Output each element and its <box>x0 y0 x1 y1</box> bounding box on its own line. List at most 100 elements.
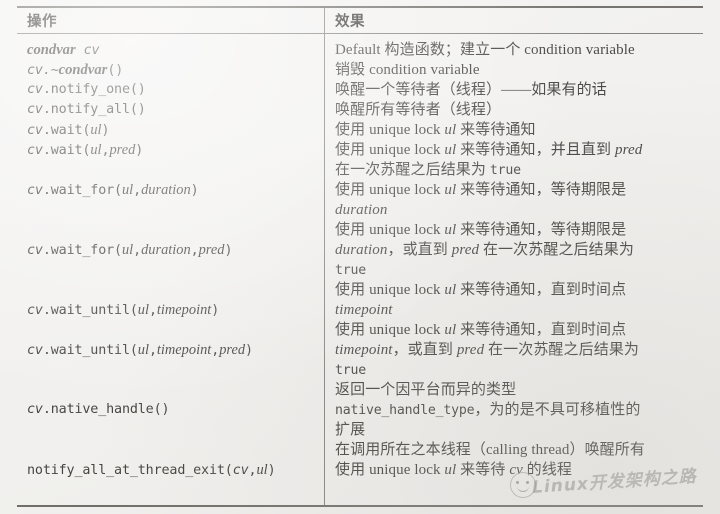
text-fragment: 在一次苏醒之后结果为 <box>335 162 490 178</box>
text-fragment: 使用 <box>335 322 370 338</box>
text-fragment: 使用 <box>335 462 370 478</box>
text-fragment: .native_handle() <box>42 402 170 417</box>
effect-description-line: 使用 unique lock ul 来等待 cv 的线程 <box>335 460 701 480</box>
text-fragment: cv <box>232 463 249 478</box>
text-fragment: 使用 <box>335 222 370 238</box>
text-fragment: true <box>335 263 366 278</box>
operation-cell: cv.wait(ul,pred) <box>27 140 317 160</box>
text-fragment: condition variable <box>369 62 480 78</box>
operation-signature: cv.wait_until(ul,timepoint) <box>27 300 317 320</box>
text-fragment: pred <box>456 342 485 358</box>
operation-cell: cv.native_handle() <box>27 400 317 420</box>
text-fragment: duration <box>141 242 191 258</box>
operation-signature: cv.native_handle() <box>27 400 317 420</box>
operation-signature: cv.~condvar() <box>27 60 317 80</box>
text-fragment: 来等待通知，等待期限是 <box>456 182 627 198</box>
operation-cell: cv.wait(ul) <box>27 120 317 140</box>
operation-cell: condvar cv <box>27 40 317 60</box>
text-fragment: ul <box>90 122 102 138</box>
effect-description-line: true <box>335 360 701 380</box>
text-fragment: ul <box>137 302 149 318</box>
effect-cell: 使用 unique lock ul 来等待通知，直到时间点 timepoint，或… <box>335 320 701 380</box>
text-fragment: 来等待通知 <box>456 122 536 138</box>
effect-cell: 使用 unique lock ul 来等待通知，等待期限是 duration <box>335 180 701 220</box>
effect-description-line: 返回一个因平台而异的类型 <box>335 380 701 400</box>
text-fragment: cv <box>27 343 43 358</box>
operation-cell: cv.~condvar() <box>27 60 317 80</box>
text-fragment: 使用 <box>335 142 370 158</box>
text-fragment: cv <box>27 243 43 258</box>
effect-cell: 在调用所在之本线程（calling thread）唤醒所有 使用 unique l… <box>335 440 701 480</box>
operation-signature: cv.notify_all() <box>27 100 317 120</box>
text-fragment: timepoint <box>156 342 212 358</box>
effect-cell: 销毁 condition variable <box>335 60 701 80</box>
text-fragment: 来等待通知，并且直到 <box>456 142 615 158</box>
effect-description-line: duration，或直到 pred 在一次苏醒之后结果为 <box>335 240 701 260</box>
effect-description-line: 使用 unique lock ul 来等待通知 <box>335 120 701 140</box>
text-fragment: pred <box>198 242 225 258</box>
text-fragment: , <box>133 243 142 258</box>
text-fragment: duration <box>141 182 191 198</box>
text-fragment: 在一次苏醒之后结果为 <box>484 342 640 358</box>
effect-description-line: native_handle_type，为的是不具可移植性的 <box>335 400 701 420</box>
text-fragment: cv <box>27 102 43 117</box>
text-fragment: condvar <box>58 62 108 78</box>
text-fragment: duration <box>335 202 388 218</box>
text-fragment: 唤醒所有等待者（线程） <box>335 102 502 118</box>
text-fragment: 返回一个因平台而异的类型 <box>335 382 517 398</box>
operation-signature: cv.wait(ul) <box>27 120 317 140</box>
table-header-rule <box>17 33 703 34</box>
effect-cell: 返回一个因平台而异的类型 native_handle_type，为的是不具可移植性… <box>335 380 701 440</box>
text-fragment: unique lock <box>369 322 445 338</box>
text-fragment: calling thread <box>486 442 570 458</box>
operation-cell: cv.wait_for(ul,duration,pred) <box>27 240 317 260</box>
text-fragment: ，或直到 <box>387 242 452 258</box>
text-fragment: .wait( <box>42 143 91 158</box>
operation-signature: cv.wait_for(ul,duration) <box>27 180 317 200</box>
text-fragment: .notify_one() <box>42 82 146 97</box>
text-fragment: 销毁 <box>335 62 370 78</box>
effect-cell: 使用 unique lock ul 来等待通知，并且直到 pred 在一次苏醒之后… <box>335 140 701 180</box>
text-fragment: , <box>148 343 157 358</box>
text-fragment: 使用 <box>335 182 370 198</box>
text-fragment <box>76 43 84 58</box>
effect-description-line: 使用 unique lock ul 来等待通知，等待期限是 <box>335 180 701 200</box>
text-fragment: ) <box>211 303 220 318</box>
text-fragment: ul <box>444 222 457 238</box>
text-fragment: unique lock <box>369 122 445 138</box>
text-fragment: cv.~ <box>27 63 59 78</box>
text-fragment: 使用 <box>335 282 370 298</box>
effect-cell: 唤醒所有等待者（线程） <box>335 100 701 120</box>
operation-signature: cv.notify_one() <box>27 80 317 100</box>
text-fragment: condvar <box>27 42 76 58</box>
column-header-effect: 效果 <box>335 14 365 30</box>
text-fragment: ul <box>444 282 457 298</box>
text-fragment: cv <box>27 82 43 97</box>
text-fragment: unique lock <box>369 222 445 238</box>
text-fragment: ul <box>444 462 457 478</box>
text-fragment: 在一次苏醒之后结果为 <box>479 242 634 258</box>
effect-description-line: timepoint <box>335 300 701 320</box>
text-fragment: pred <box>451 242 480 258</box>
text-fragment: unique lock <box>369 462 445 478</box>
text-fragment: .notify_all() <box>42 102 146 117</box>
effect-description-line: 使用 unique lock ul 来等待通知，等待期限是 <box>335 220 701 240</box>
text-fragment: 来等待通知，直到时间点 <box>456 282 627 298</box>
text-fragment: unique lock <box>369 282 445 298</box>
text-fragment: cv <box>27 303 43 318</box>
text-fragment: ul <box>256 462 268 478</box>
text-fragment: condition variable <box>524 42 635 58</box>
effect-description-line: duration <box>335 200 701 220</box>
text-fragment: ) <box>190 183 199 198</box>
effect-description-line: timepoint，或直到 pred 在一次苏醒之后结果为 <box>335 340 701 360</box>
operation-signature: cv.wait_for(ul,duration,pred) <box>27 240 317 260</box>
operation-cell: cv.notify_all() <box>27 100 317 120</box>
text-fragment: 使用 <box>335 122 370 138</box>
text-fragment: Default <box>335 42 385 58</box>
effect-description-line: 使用 unique lock ul 来等待通知，直到时间点 <box>335 280 701 300</box>
text-fragment: ul <box>121 182 134 198</box>
text-fragment: , <box>190 243 199 258</box>
operation-cell: notify_all_at_thread_exit(cv,ul) <box>27 460 317 480</box>
text-fragment: , <box>133 183 142 198</box>
effect-description-line: 使用 unique lock ul 来等待通知，直到时间点 <box>335 320 701 340</box>
